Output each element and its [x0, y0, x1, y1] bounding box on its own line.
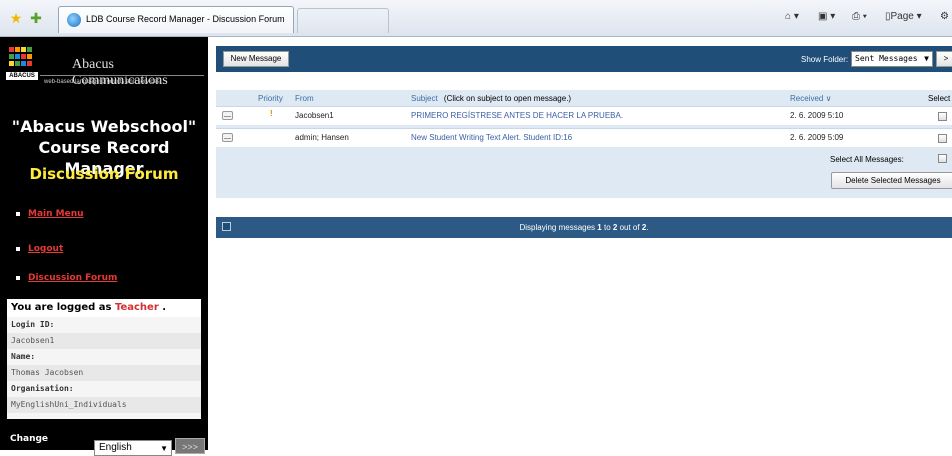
- login-info-box: You are logged as Teacher . Login ID: Ja…: [7, 299, 201, 419]
- tools-gear-icon[interactable]: ⚙: [940, 11, 949, 22]
- tab-title: LDB Course Record Manager - Discussion F…: [86, 14, 285, 24]
- bullet-icon: [16, 246, 20, 251]
- logged-as-line: You are logged as Teacher .: [7, 299, 201, 317]
- message-select-checkbox[interactable]: [938, 134, 947, 143]
- col-priority[interactable]: Priority: [258, 94, 283, 103]
- brand-tagline: web-based language products and services: [44, 79, 160, 85]
- add-favorite-icon[interactable]: ✚: [28, 10, 44, 26]
- name-label: Name:: [11, 352, 36, 361]
- message-subject-link[interactable]: New Student Writing Text Alert. Student …: [411, 133, 572, 142]
- priority-high-icon: !: [270, 109, 273, 118]
- chevron-down-icon: ▼: [924, 54, 929, 63]
- folder-go-button[interactable]: >: [936, 51, 952, 67]
- sidebar: ABACUS Abacus Communications web-based l…: [0, 37, 208, 456]
- message-received: 2. 6. 2009 5:10: [790, 111, 844, 120]
- table-row[interactable]: admin; Hansen New Student Writing Text A…: [216, 128, 952, 147]
- nav-main-menu[interactable]: Main Menu: [16, 209, 84, 219]
- message-toolbar: New Message Show Folder: Sent Messages ▼…: [216, 46, 952, 72]
- pagination-text: Displaying messages 1 to 2 out of 2.: [519, 223, 649, 232]
- brand-divider: [40, 75, 204, 76]
- login-id-label: Login ID:: [11, 320, 55, 329]
- language-go-button[interactable]: >>>: [175, 438, 205, 454]
- bullet-icon: [16, 275, 20, 280]
- show-folder-label: Show Folder:: [801, 55, 849, 64]
- folder-select[interactable]: Sent Messages ▼: [851, 51, 933, 67]
- tab-discussion-forum[interactable]: LDB Course Record Manager - Discussion F…: [58, 6, 294, 33]
- page-menu[interactable]: ▯Page ▾: [885, 11, 922, 22]
- bullet-icon: [16, 211, 20, 216]
- message-subject-link[interactable]: PRIMERO REGÍSTRESE ANTES DE HACER LA PRU…: [411, 111, 623, 120]
- ie-page-icon: [67, 13, 81, 27]
- user-role: Teacher: [114, 302, 159, 313]
- col-select: Select: [928, 94, 951, 103]
- change-language-label: Change: [10, 434, 49, 444]
- message-received: 2. 6. 2009 5:09: [790, 133, 844, 142]
- col-subject[interactable]: Subject (Click on subject to open messag…: [411, 94, 571, 103]
- message-select-checkbox[interactable]: [938, 112, 947, 121]
- envelope-icon: [222, 133, 233, 142]
- abacus-logo: ABACUS: [6, 45, 38, 80]
- col-received[interactable]: Received ∨: [790, 94, 831, 103]
- browser-tab-bar: ★ ✚ LDB Course Record Manager - Discussi…: [0, 0, 952, 37]
- delete-selected-button[interactable]: Delete Selected Messages: [831, 172, 952, 189]
- section-title: Discussion Forum: [29, 165, 179, 183]
- language-select[interactable]: English ▼: [94, 440, 172, 456]
- pagination-bar: Displaying messages 1 to 2 out of 2.: [216, 217, 952, 238]
- select-all-label: Select All Messages:: [830, 155, 904, 164]
- favorites-star-icon[interactable]: ★: [8, 10, 24, 26]
- name-value: Thomas Jacobsen: [7, 365, 201, 381]
- organisation-value: MyEnglishUni_Individuals: [7, 397, 201, 413]
- new-tab-button[interactable]: [297, 8, 389, 33]
- print-icon[interactable]: ⎙ ▾: [852, 11, 867, 22]
- col-from[interactable]: From: [295, 94, 314, 103]
- message-from: Jacobsen1: [295, 111, 334, 120]
- table-row[interactable]: ! Jacobsen1 PRIMERO REGÍSTRESE ANTES DE …: [216, 106, 952, 125]
- organisation-label: Organisation:: [11, 384, 74, 393]
- home-icon[interactable]: ⌂ ▾: [785, 11, 799, 22]
- message-list: Priority From Subject (Click on subject …: [216, 90, 952, 198]
- feeds-icon[interactable]: ▣ ▾: [818, 11, 835, 22]
- chevron-down-icon: ▼: [160, 444, 168, 453]
- login-id-value: Jacobsen1: [7, 333, 201, 349]
- nav-discussion-forum[interactable]: Discussion Forum: [16, 273, 117, 283]
- message-from: admin; Hansen: [295, 133, 349, 142]
- select-all-checkbox[interactable]: [938, 154, 947, 163]
- nav-logout[interactable]: Logout: [16, 244, 63, 254]
- new-message-button[interactable]: New Message: [223, 51, 289, 67]
- envelope-icon: [222, 111, 233, 120]
